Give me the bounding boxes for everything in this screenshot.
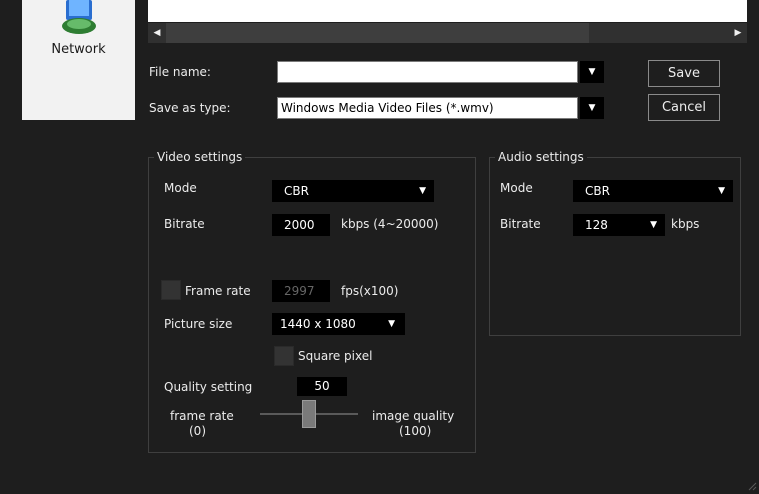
audio-bitrate-dropdown-icon[interactable]: ▼ (650, 214, 657, 236)
save-as-type-select[interactable]: Windows Media Video Files (*.wmv) (277, 97, 578, 119)
save-as-type-label: Save as type: (149, 101, 231, 115)
slider-left-label: frame rate (170, 409, 234, 423)
scrollbar-thumb[interactable] (166, 23, 589, 43)
video-bitrate-unit: kbps (4~20000) (341, 217, 439, 231)
audio-mode-label: Mode (500, 181, 533, 195)
frame-rate-label: Frame rate (185, 284, 251, 298)
quality-slider-thumb[interactable] (302, 400, 316, 428)
video-mode-select[interactable]: CBR ▼ (272, 180, 434, 202)
network-computer-icon[interactable] (58, 0, 100, 36)
save-as-type-dropdown-icon[interactable]: ▼ (580, 97, 604, 119)
frame-rate-input[interactable]: 2997 (272, 280, 330, 302)
scroll-right-icon[interactable]: ▶ (729, 23, 747, 43)
file-name-label: File name: (149, 65, 211, 79)
file-list[interactable] (148, 0, 747, 22)
slider-right-value: (100) (399, 424, 432, 438)
frame-rate-unit: fps(x100) (341, 284, 399, 298)
cancel-button[interactable]: Cancel (648, 94, 720, 121)
horizontal-scrollbar[interactable]: ◀ ▶ (148, 23, 747, 43)
audio-bitrate-value: 128 (585, 218, 608, 232)
picture-size-dropdown-icon[interactable]: ▼ (388, 313, 395, 335)
scroll-left-icon[interactable]: ◀ (148, 23, 166, 43)
video-mode-dropdown-icon[interactable]: ▼ (419, 180, 426, 202)
video-mode-value: CBR (284, 184, 309, 198)
square-pixel-label: Square pixel (298, 349, 373, 363)
file-name-input[interactable] (277, 61, 578, 83)
audio-bitrate-select[interactable]: 128 ▼ (573, 214, 665, 236)
audio-bitrate-unit: kbps (671, 217, 700, 231)
audio-bitrate-label: Bitrate (500, 217, 541, 231)
picture-size-select[interactable]: 1440 x 1080 ▼ (272, 313, 405, 335)
audio-mode-value: CBR (585, 184, 610, 198)
file-name-dropdown-icon[interactable]: ▼ (580, 61, 604, 83)
picture-size-label: Picture size (164, 317, 233, 331)
video-bitrate-input[interactable]: 2000 (272, 214, 330, 236)
slider-right-label: image quality (372, 409, 455, 423)
quality-value-input[interactable]: 50 (297, 377, 347, 396)
save-button[interactable]: Save (648, 60, 720, 87)
network-label[interactable]: Network (22, 42, 135, 57)
video-mode-label: Mode (164, 181, 197, 195)
video-settings-title: Video settings (154, 150, 246, 164)
resize-grip-icon[interactable] (747, 480, 757, 491)
slider-left-value: (0) (189, 424, 206, 438)
audio-mode-select[interactable]: CBR ▼ (573, 180, 733, 202)
quality-setting-label: Quality setting (164, 380, 253, 394)
audio-settings-title: Audio settings (495, 150, 587, 164)
frame-rate-checkbox[interactable] (161, 280, 181, 300)
square-pixel-checkbox[interactable] (274, 346, 294, 366)
picture-size-value: 1440 x 1080 (280, 317, 356, 331)
audio-mode-dropdown-icon[interactable]: ▼ (718, 180, 725, 202)
video-bitrate-label: Bitrate (164, 217, 205, 231)
